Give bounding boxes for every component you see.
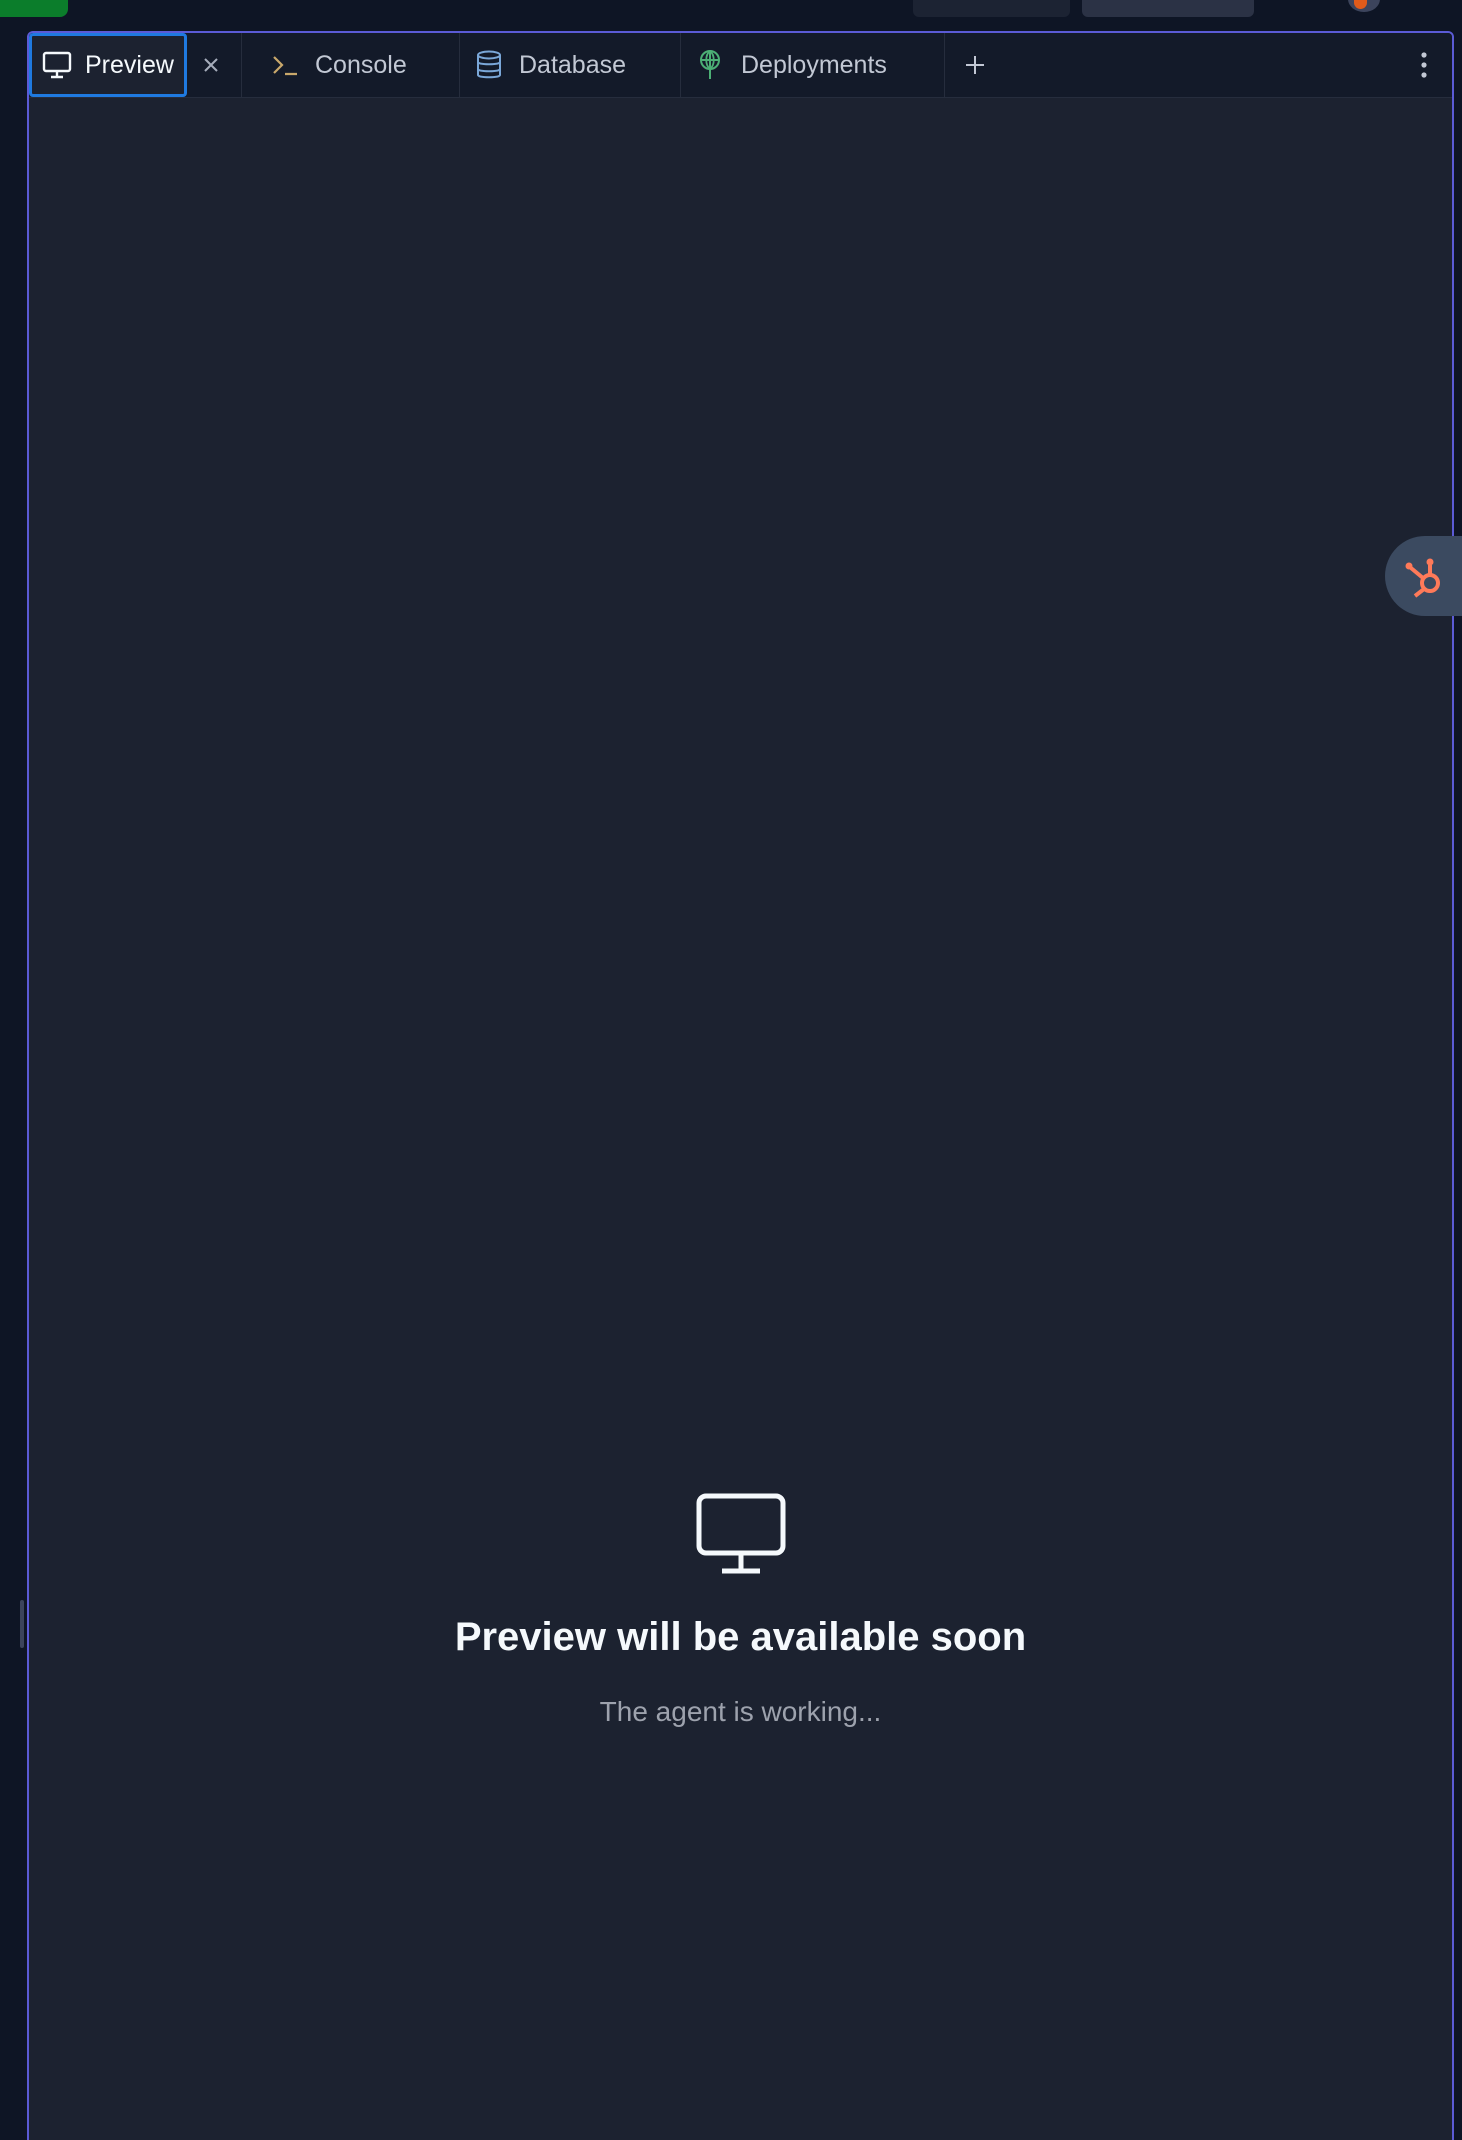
database-icon — [475, 50, 503, 80]
tab-console-label: Console — [315, 50, 407, 79]
deployments-icon — [695, 49, 725, 81]
run-button[interactable] — [0, 0, 68, 17]
hubspot-chat-launcher[interactable] — [1385, 536, 1462, 616]
tab-database[interactable]: Database — [460, 33, 680, 97]
tab-preview-label: Preview — [85, 50, 174, 79]
tab-console[interactable]: Console — [243, 33, 458, 97]
monitor-icon — [696, 1493, 786, 1575]
tab-database-label: Database — [519, 50, 627, 79]
workspace-page: Preview Console Database Deployments Pre… — [0, 0, 1462, 2140]
close-icon — [203, 57, 219, 73]
more-vertical-icon — [1420, 51, 1428, 79]
preview-empty-state: Preview will be available soon The agent… — [29, 1493, 1452, 1728]
hubspot-icon — [1403, 552, 1447, 600]
tab-deployments[interactable]: Deployments — [681, 33, 945, 97]
more-options-button[interactable] — [1410, 45, 1438, 85]
tab-preview[interactable]: Preview — [29, 33, 187, 97]
tab-divider — [241, 33, 242, 97]
empty-state-subtitle: The agent is working... — [599, 1696, 882, 1727]
tab-deployments-label: Deployments — [741, 50, 887, 79]
header-control[interactable] — [913, 0, 1070, 17]
header-control[interactable] — [1082, 0, 1254, 17]
resize-handle[interactable] — [20, 1600, 24, 1648]
add-tab-button[interactable] — [947, 45, 1003, 85]
plus-icon — [964, 54, 986, 76]
top-header-strip — [0, 0, 1462, 30]
tab-bar: Preview Console Database Deployments — [29, 33, 1452, 98]
close-tab-button[interactable] — [195, 49, 227, 81]
monitor-icon — [42, 51, 72, 79]
preview-pane: Preview Console Database Deployments Pre… — [27, 31, 1454, 2140]
empty-state-title: Preview will be available soon — [454, 1615, 1027, 1659]
left-gutter — [0, 30, 27, 2140]
tab-divider — [944, 33, 945, 97]
terminal-icon — [271, 53, 299, 77]
